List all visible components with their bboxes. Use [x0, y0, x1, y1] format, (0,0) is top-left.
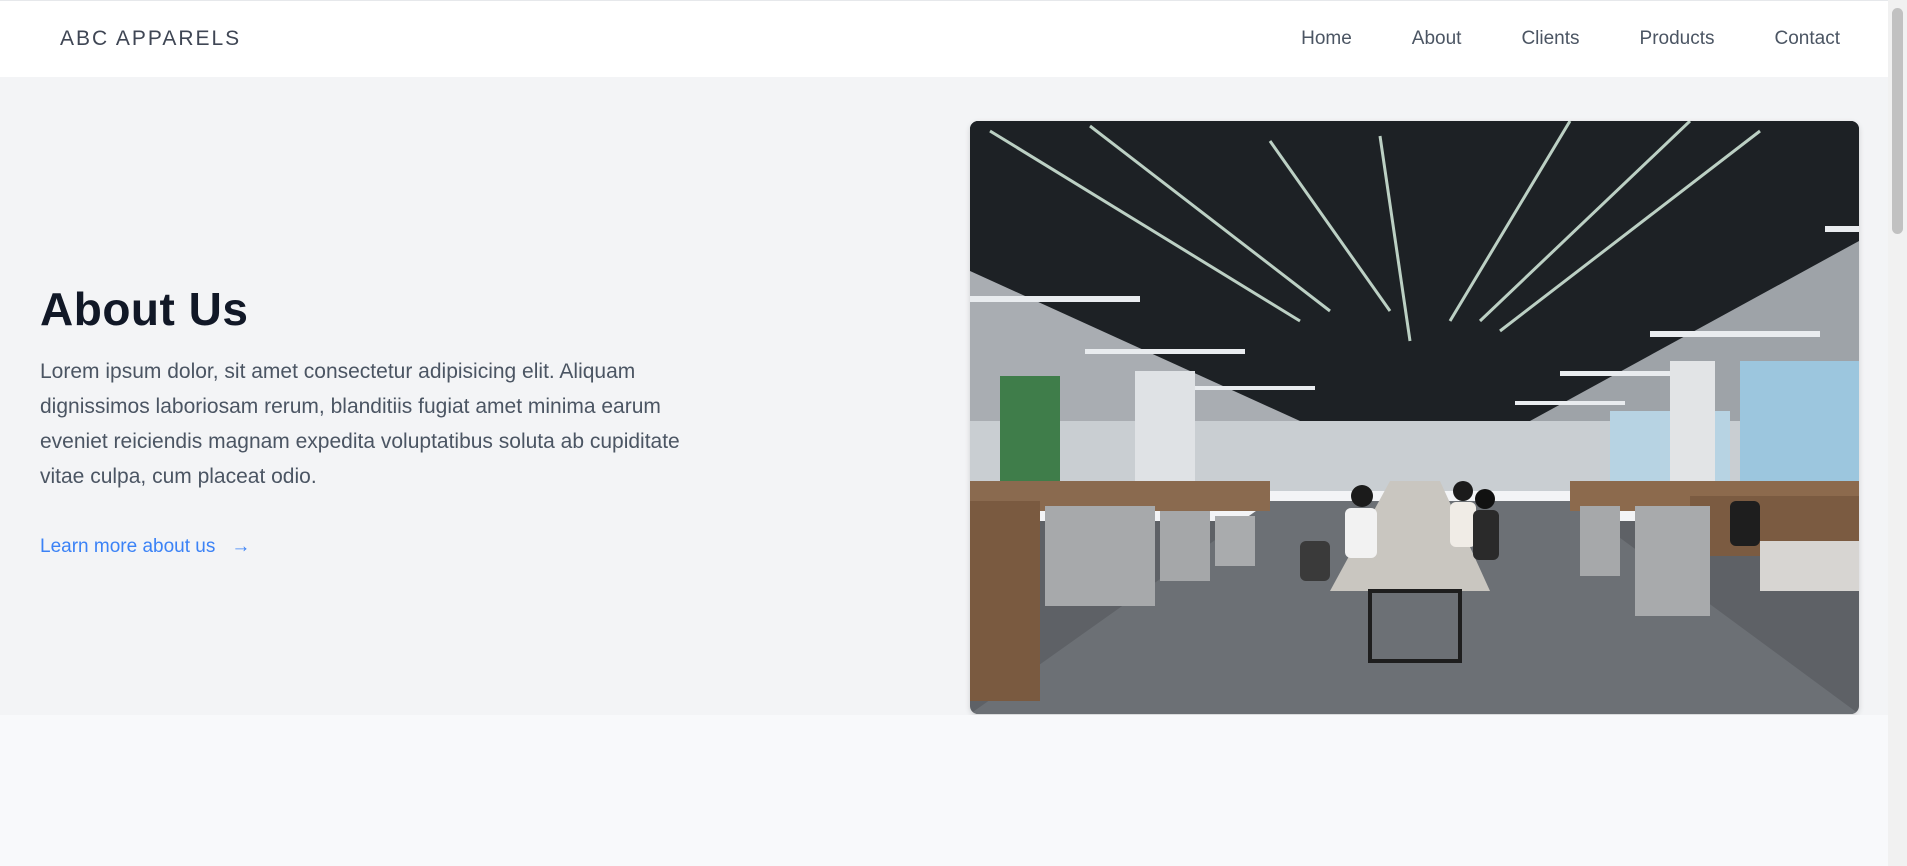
- office-photo: [970, 121, 1859, 714]
- nav-contact[interactable]: Contact: [1775, 28, 1840, 50]
- nav-products[interactable]: Products: [1640, 28, 1715, 50]
- main-nav: Home About Clients Products Contact: [1241, 28, 1840, 50]
- scrollbar-thumb[interactable]: [1892, 8, 1903, 234]
- nav-about[interactable]: About: [1412, 28, 1462, 50]
- page-title: About Us: [40, 283, 249, 335]
- nav-home[interactable]: Home: [1301, 28, 1352, 50]
- top-navbar: ABC APPARELS Home About Clients Products…: [0, 0, 1888, 77]
- arrow-right-icon: →: [231, 536, 251, 557]
- vertical-scrollbar[interactable]: [1888, 0, 1907, 866]
- hero-description: Lorem ipsum dolor, sit amet consectetur …: [40, 360, 680, 488]
- office-photo-svg: [970, 121, 1859, 714]
- learn-more-label: Learn more about us: [40, 536, 216, 557]
- nav-clients[interactable]: Clients: [1521, 28, 1579, 50]
- brand-logo[interactable]: ABC APPARELS: [60, 27, 241, 51]
- hero-text: About Us Lorem ipsum dolor, sit amet con…: [40, 282, 700, 558]
- learn-more-link[interactable]: Learn more about us →: [40, 536, 250, 558]
- lower-section: [0, 715, 1888, 866]
- page: ABC APPARELS Home About Clients Products…: [0, 0, 1907, 866]
- about-hero: About Us Lorem ipsum dolor, sit amet con…: [0, 77, 1888, 715]
